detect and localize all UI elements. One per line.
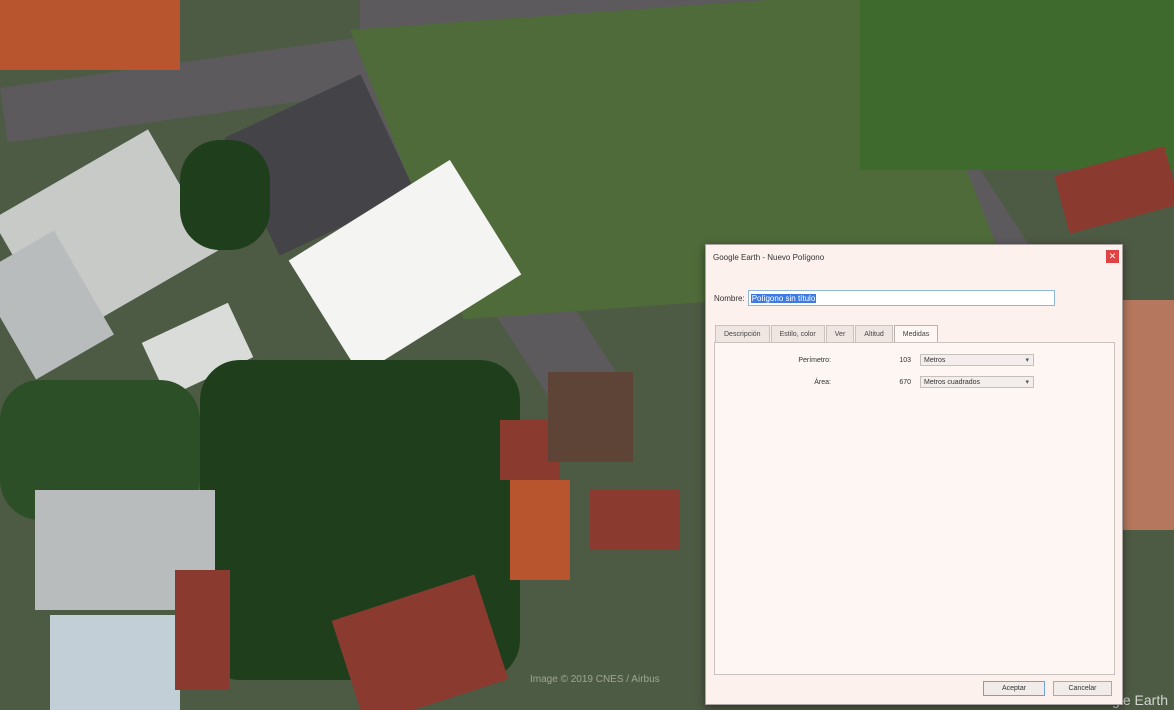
building — [510, 480, 570, 580]
close-icon[interactable]: ✕ — [1106, 250, 1119, 263]
name-row: Nombre: Polígono sin título — [714, 290, 1055, 306]
building — [175, 570, 230, 690]
ok-button[interactable]: Aceptar — [983, 681, 1045, 696]
imagery-attribution: Image © 2019 CNES / Airbus — [530, 674, 660, 685]
building — [590, 490, 680, 550]
perimeter-row: Perímetro: 103 Metros ▾ — [715, 353, 1114, 367]
tab-description[interactable]: Descripción — [715, 325, 770, 343]
perimeter-label: Perímetro: — [798, 356, 831, 364]
building — [548, 372, 633, 462]
tab-bar: Descripción Estilo, color Ver Altitud Me… — [715, 325, 939, 344]
chevron-down-icon: ▾ — [1025, 379, 1029, 386]
name-label: Nombre: — [714, 293, 745, 303]
name-input-value: Polígono sin título — [750, 293, 817, 303]
building — [1120, 300, 1174, 530]
perimeter-unit-select[interactable]: Metros ▾ — [920, 354, 1034, 366]
chevron-down-icon: ▾ — [1025, 357, 1029, 364]
trees — [180, 140, 270, 250]
grass-area — [860, 0, 1174, 170]
measurements-panel: Perímetro: 103 Metros ▾ Área: 670 Metros… — [714, 342, 1115, 675]
dialog-title: Google Earth - Nuevo Polígono — [713, 252, 825, 262]
area-label: Área: — [814, 378, 831, 386]
area-unit-select[interactable]: Metros cuadrados ▾ — [920, 376, 1034, 388]
tab-style-color[interactable]: Estilo, color — [770, 325, 825, 343]
perimeter-value: 103 — [899, 356, 911, 364]
tab-altitude[interactable]: Altitud — [855, 325, 893, 343]
dialog-titlebar[interactable]: Google Earth - Nuevo Polígono — [706, 245, 1122, 269]
name-input[interactable]: Polígono sin título — [747, 290, 1055, 306]
area-unit: Metros cuadrados — [924, 378, 981, 386]
building — [0, 0, 180, 70]
area-row: Área: 670 Metros cuadrados ▾ — [715, 375, 1114, 389]
building — [50, 615, 180, 710]
area-value: 670 — [899, 378, 911, 386]
new-polygon-dialog: Google Earth - Nuevo Polígono ✕ Nombre: … — [705, 244, 1123, 705]
perimeter-unit: Metros — [924, 356, 946, 364]
cancel-button[interactable]: Cancelar — [1053, 681, 1112, 696]
tab-view[interactable]: Ver — [825, 325, 855, 343]
